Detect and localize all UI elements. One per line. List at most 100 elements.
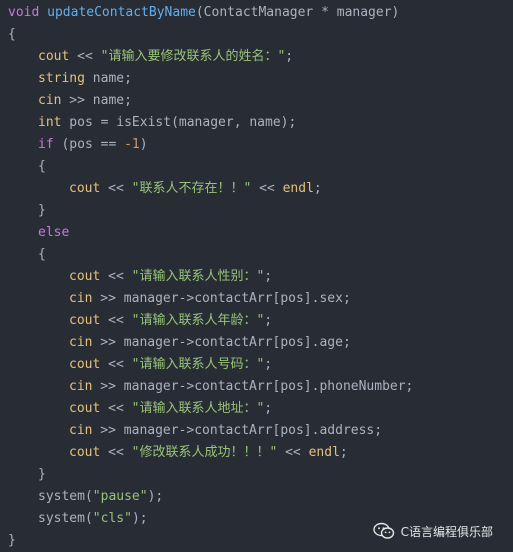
code-token: ;: [264, 401, 273, 416]
code-token: "请输入要修改联系人的姓名：": [100, 49, 286, 64]
code-token: "pause": [92, 489, 148, 504]
code-token: cout: [69, 269, 101, 284]
code-token: >> manager->contactArr[pos].sex;: [92, 291, 351, 306]
code-token: ;: [264, 313, 273, 328]
code-token: "cls": [92, 511, 132, 526]
code-token: ;: [264, 269, 273, 284]
code-token: );: [131, 511, 148, 526]
code-token: ): [139, 137, 148, 152]
code-token: -1: [124, 137, 140, 152]
code-line: cout << "请输入联系人年龄：";: [8, 310, 413, 332]
code-token: ;: [313, 181, 322, 196]
code-token: system: [38, 511, 85, 526]
code-line: {: [8, 156, 413, 178]
code-token: >> manager->contactArr[pos].phoneNumber;: [92, 379, 414, 394]
code-token: int: [38, 115, 62, 130]
code-line: if (pos == -1): [8, 134, 413, 156]
code-line: cout << "修改联系人成功！！！" << endl;: [8, 442, 413, 464]
code-token: (: [84, 511, 93, 526]
code-token: cin: [69, 291, 93, 306]
code-line: string name;: [8, 68, 413, 90]
code-token: if: [38, 137, 54, 152]
code-token: {: [38, 247, 46, 262]
code-token: updateContactByName: [47, 5, 196, 20]
code-token: >> name;: [61, 93, 132, 108]
code-line: cin >> manager->contactArr[pos].address;: [8, 420, 413, 442]
code-token: >> manager->contactArr[pos].address;: [92, 423, 383, 438]
code-token: cout: [69, 401, 101, 416]
code-token: }: [8, 533, 16, 548]
code-token: <<: [69, 49, 101, 64]
code-token: cin: [38, 93, 62, 108]
code-line: cout << "请输入要修改联系人的姓名：";: [8, 46, 413, 68]
code-token: cin: [69, 379, 93, 394]
code-line: cin >> manager->contactArr[pos].sex;: [8, 288, 413, 310]
code-token: <<: [277, 445, 309, 460]
code-token: }: [38, 467, 46, 482]
code-line: }: [8, 200, 413, 222]
watermark-text: C语言编程俱乐部: [400, 524, 493, 539]
code-token: name;: [84, 71, 132, 86]
code-token: ;: [285, 49, 294, 64]
code-token: <<: [100, 181, 132, 196]
code-token: cin: [69, 423, 93, 438]
code-block: void updateContactByName(ContactManager …: [8, 2, 413, 552]
code-token: cout: [38, 49, 70, 64]
code-token: {: [8, 27, 16, 42]
code-token: <<: [100, 269, 132, 284]
wechat-icon: [372, 522, 395, 540]
code-line: cout << "请输入联系人号码：";: [8, 354, 413, 376]
code-token: "联系人不存在！！": [131, 181, 252, 196]
code-token: <<: [100, 313, 132, 328]
code-token: <<: [100, 357, 132, 372]
code-token: ;: [339, 445, 348, 460]
code-token: pos =: [61, 115, 117, 130]
code-token: <<: [251, 181, 283, 196]
code-line: cin >> name;: [8, 90, 413, 112]
code-line: cout << "请输入联系人地址：";: [8, 398, 413, 420]
code-token: isExist: [116, 115, 172, 130]
code-token: cin: [69, 335, 93, 350]
code-token: void: [8, 5, 40, 20]
code-editor: void updateContactByName(ContactManager …: [0, 0, 513, 552]
code-token: string: [38, 71, 85, 86]
code-token: (manager, name);: [171, 115, 297, 130]
code-token: <<: [100, 401, 132, 416]
code-token: cout: [69, 181, 101, 196]
code-token: );: [147, 489, 164, 504]
code-line: void updateContactByName(ContactManager …: [8, 2, 413, 24]
code-line: cin >> manager->contactArr[pos].age;: [8, 332, 413, 354]
code-token: (ContactManager * manager): [195, 5, 400, 20]
code-line: cout << "联系人不存在！！" << endl;: [8, 178, 413, 200]
code-line: int pos = isExist(manager, name);: [8, 112, 413, 134]
code-token: "请输入联系人号码：": [131, 357, 265, 372]
code-line: cout << "请输入联系人性别：";: [8, 266, 413, 288]
code-line: else: [8, 222, 413, 244]
code-token: (pos ==: [53, 137, 125, 152]
code-line: system("pause");: [8, 486, 413, 508]
code-token: cout: [69, 313, 101, 328]
code-token: else: [38, 225, 70, 240]
code-line: system("cls");: [8, 508, 413, 530]
code-token: "请输入联系人年龄：": [131, 313, 265, 328]
code-token: ;: [264, 357, 273, 372]
code-token: endl: [282, 181, 314, 196]
code-line: }: [8, 530, 413, 552]
code-token: <<: [100, 445, 132, 460]
watermark: C语言编程俱乐部: [372, 522, 493, 540]
code-token: {: [38, 159, 46, 174]
code-token: >> manager->contactArr[pos].age;: [92, 335, 351, 350]
code-line: }: [8, 464, 413, 486]
code-line: cin >> manager->contactArr[pos].phoneNum…: [8, 376, 413, 398]
code-line: {: [8, 24, 413, 46]
code-token: endl: [308, 445, 340, 460]
code-token: cout: [69, 445, 101, 460]
code-token: system: [38, 489, 85, 504]
code-token: (: [84, 489, 93, 504]
code-token: }: [38, 203, 46, 218]
code-token: "请输入联系人地址：": [131, 401, 265, 416]
code-token: "请输入联系人性别：": [131, 269, 265, 284]
code-token: "修改联系人成功！！！": [131, 445, 278, 460]
code-line: {: [8, 244, 413, 266]
